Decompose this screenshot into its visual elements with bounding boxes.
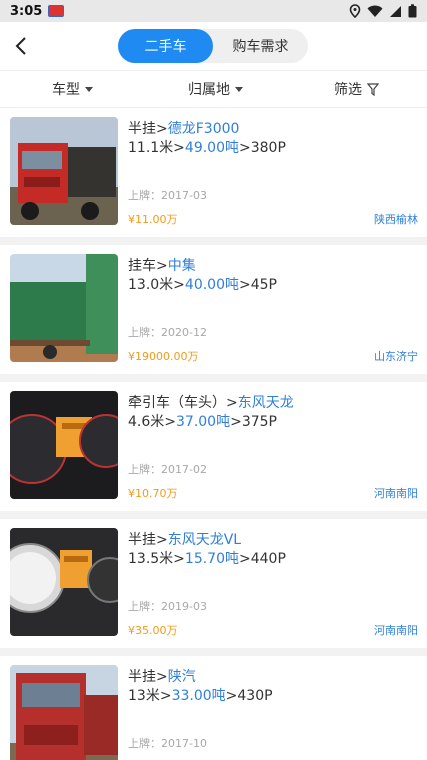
listing-brand: 陕汽 — [167, 669, 196, 685]
dropdown-caret-icon — [85, 86, 93, 92]
listing-specs: 4.6米>37.00吨>375P — [128, 414, 277, 430]
truck-photo — [10, 117, 118, 225]
listing-horsepower: 440P — [250, 551, 286, 567]
listing-location: 河南南阳 — [374, 624, 418, 637]
listing-category: 挂车 — [128, 258, 156, 274]
listing-title: 挂车>中集 — [128, 258, 196, 274]
listing-plate-date: 上牌：2017-03 — [128, 187, 207, 203]
listing-specs: 13米>33.00吨>430P — [128, 688, 273, 704]
listing-tonnage: 49.00吨 — [184, 140, 239, 156]
listing-card[interactable]: 半挂>陕汽 13米>33.00吨>430P 上牌：2017-10 — [0, 656, 427, 760]
funnel-icon — [367, 82, 379, 96]
plate-label: 上牌： — [128, 463, 161, 476]
listing-price: ¥10.70万 — [128, 487, 178, 500]
listing-card[interactable]: 挂车>中集 13.0米>40.00吨>45P 上牌：2020-12 ¥19000… — [0, 245, 427, 374]
filter-vehicle-type-label: 车型 — [52, 82, 80, 98]
listing-title: 牵引车（车头）>东风天龙 — [128, 395, 294, 411]
notification-icon — [48, 5, 65, 17]
header: 二手车 购车需求 — [0, 22, 427, 70]
listing-card[interactable]: 牵引车（车头）>东风天龙 4.6米>37.00吨>375P 上牌：2017-02… — [0, 382, 427, 511]
filter-bar: 车型 归属地 筛选 — [0, 70, 427, 108]
listing-price: ¥11.00万 — [128, 213, 178, 226]
listing-category: 牵引车（车头） — [128, 395, 226, 411]
listing-specs: 13.5米>15.70吨>440P — [128, 551, 286, 567]
plate-date: 2017-10 — [161, 737, 207, 750]
filter-location-label: 归属地 — [188, 82, 230, 98]
listing-tonnage: 37.00吨 — [176, 414, 231, 430]
listing-title: 半挂>陕汽 — [128, 669, 196, 685]
listing-title: 半挂>德龙F3000 — [128, 121, 240, 137]
listing-list: 半挂>德龙F3000 11.1米>49.00吨>380P 上牌：2017-03 … — [0, 108, 427, 760]
listing-length: 13米 — [128, 688, 160, 704]
plate-date: 2020-12 — [161, 326, 207, 339]
listing-brand: 中集 — [167, 258, 196, 274]
listing-horsepower: 430P — [237, 688, 273, 704]
status-time: 3:05 — [10, 3, 43, 19]
listing-card[interactable]: 半挂>德龙F3000 11.1米>49.00吨>380P 上牌：2017-03 … — [0, 108, 427, 237]
truck-photo — [10, 665, 118, 760]
listing-location: 山东济宁 — [374, 350, 418, 363]
plate-label: 上牌： — [128, 737, 161, 750]
signal-icon — [390, 5, 401, 17]
back-arrow-icon — [15, 37, 26, 55]
listing-tonnage: 40.00吨 — [184, 277, 239, 293]
status-icons — [349, 4, 417, 18]
listing-location: 河南南阳 — [374, 487, 418, 500]
listing-brand: 东风天龙VL — [167, 532, 242, 548]
listing-plate-date: 上牌：2019-03 — [128, 598, 207, 614]
filter-screen-label: 筛选 — [334, 82, 362, 98]
listing-horsepower: 45P — [250, 277, 277, 293]
tab-purchase-demand[interactable]: 购车需求 — [213, 29, 308, 63]
filter-vehicle-type[interactable]: 车型 — [52, 79, 93, 99]
listing-category: 半挂 — [128, 669, 156, 685]
listing-length: 11.1米 — [128, 140, 174, 156]
plate-date: 2019-03 — [161, 600, 207, 613]
plate-label: 上牌： — [128, 600, 161, 613]
dashboard-photo — [10, 391, 118, 499]
listing-location: 陕西榆林 — [374, 213, 418, 226]
listing-title: 半挂>东风天龙VL — [128, 532, 242, 548]
listing-plate-date: 上牌：2017-10 — [128, 735, 207, 751]
listing-length: 4.6米 — [128, 414, 165, 430]
filter-location[interactable]: 归属地 — [188, 79, 243, 99]
listing-brand: 东风天龙 — [237, 395, 294, 411]
listing-tonnage: 15.70吨 — [184, 551, 239, 567]
location-icon — [349, 4, 361, 18]
back-button[interactable] — [8, 32, 36, 60]
listing-card[interactable]: 半挂>东风天龙VL 13.5米>15.70吨>440P 上牌：2019-03 ¥… — [0, 519, 427, 648]
listing-category: 半挂 — [128, 532, 156, 548]
filter-screen[interactable]: 筛选 — [334, 79, 379, 99]
plate-date: 2017-03 — [161, 189, 207, 202]
status-bar: 3:05 — [0, 0, 427, 22]
tab-used-trucks[interactable]: 二手车 — [118, 29, 213, 63]
battery-icon — [408, 4, 417, 18]
listing-specs: 13.0米>40.00吨>45P — [128, 277, 277, 293]
listing-price: ¥19000.00万 — [128, 350, 199, 363]
listing-plate-date: 上牌：2020-12 — [128, 324, 207, 340]
plate-label: 上牌： — [128, 326, 161, 339]
listing-brand: 德龙F3000 — [167, 121, 240, 137]
tab-switcher: 二手车 购车需求 — [118, 29, 308, 63]
wifi-icon — [367, 5, 383, 17]
listing-category: 半挂 — [128, 121, 156, 137]
listing-length: 13.5米 — [128, 551, 174, 567]
listing-price: ¥35.00万 — [128, 624, 178, 637]
listing-horsepower: 380P — [250, 140, 286, 156]
dropdown-caret-icon — [235, 86, 243, 92]
plate-label: 上牌： — [128, 189, 161, 202]
dashboard-photo — [10, 528, 118, 636]
listing-plate-date: 上牌：2017-02 — [128, 461, 207, 477]
listing-specs: 11.1米>49.00吨>380P — [128, 140, 286, 156]
listing-horsepower: 375P — [241, 414, 277, 430]
plate-date: 2017-02 — [161, 463, 207, 476]
listing-length: 13.0米 — [128, 277, 174, 293]
trailer-photo — [10, 254, 118, 362]
listing-tonnage: 33.00吨 — [171, 688, 226, 704]
